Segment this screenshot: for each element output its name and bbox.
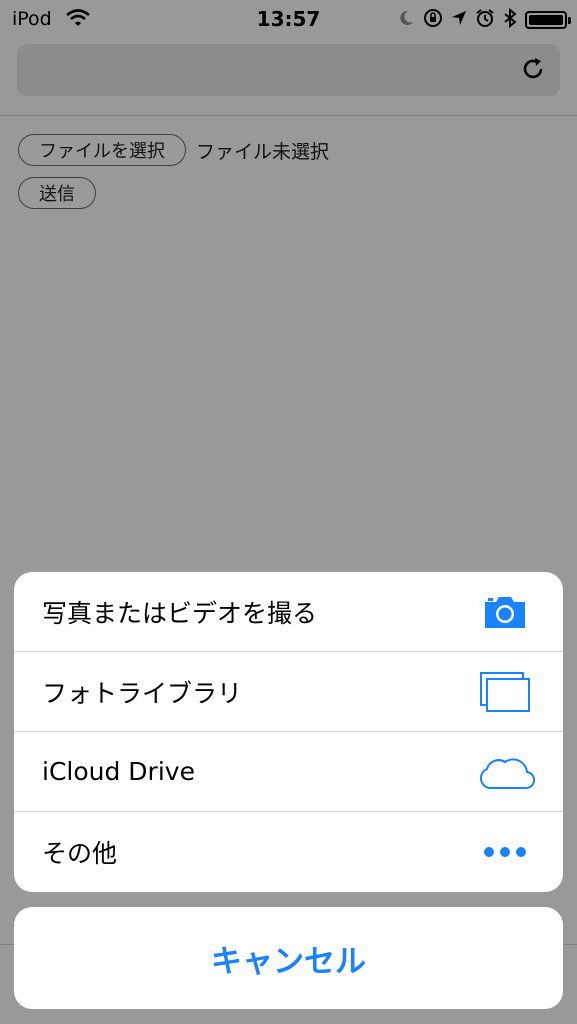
file-status-text: ファイル未選択: [196, 140, 330, 163]
action-take-photo[interactable]: 写真またはビデオを撮る: [14, 572, 563, 652]
battery-icon: [525, 11, 571, 29]
choose-file-button[interactable]: ファイルを選択: [18, 134, 186, 166]
bluetooth-icon: [503, 7, 517, 32]
address-bar[interactable]: [17, 44, 560, 96]
cancel-button[interactable]: キャンセル: [14, 907, 563, 1009]
toolbar-divider: [0, 115, 577, 116]
more-icon: [475, 846, 535, 858]
photo-library-icon: [475, 670, 535, 714]
file-input: ファイルを選択 ファイル未選択: [18, 134, 329, 166]
moon-icon: [397, 9, 415, 31]
camera-icon: [475, 594, 535, 630]
action-sheet: 写真またはビデオを撮る フォトライブラリ iCloud Drive その他: [14, 572, 563, 892]
action-label: その他: [42, 839, 118, 868]
action-label: 写真またはビデオを撮る: [42, 598, 318, 628]
status-bar: iPod 13:57: [0, 0, 577, 38]
action-icloud-drive[interactable]: iCloud Drive: [14, 732, 563, 812]
orientation-lock-icon: [423, 8, 443, 32]
reload-icon[interactable]: [520, 56, 546, 82]
send-button[interactable]: 送信: [18, 177, 96, 209]
action-label: フォトライブラリ: [42, 678, 243, 708]
location-icon: [451, 10, 467, 30]
action-photo-library[interactable]: フォトライブラリ: [14, 652, 563, 732]
alarm-icon: [475, 8, 495, 32]
action-more[interactable]: その他: [14, 812, 563, 892]
action-label: iCloud Drive: [42, 757, 195, 786]
cancel-label: キャンセル: [211, 943, 366, 980]
cloud-icon: [475, 752, 535, 792]
